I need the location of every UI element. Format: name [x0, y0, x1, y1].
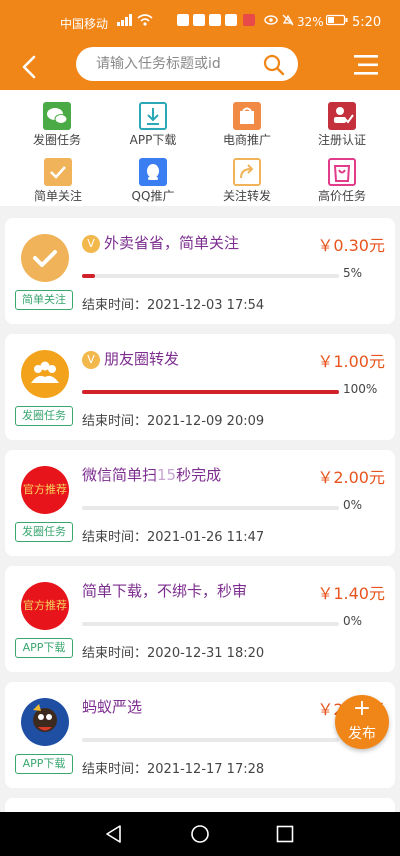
end-time: 结束时间：2021-01-26 11:47 — [82, 530, 265, 545]
hamburger-icon — [354, 55, 378, 75]
share-icon — [233, 158, 261, 186]
category-label: 注册认证 — [317, 133, 366, 147]
end-time: 结束时间：2020-12-31 18:20 — [82, 646, 265, 661]
mute-icon — [282, 14, 294, 29]
circle-home-icon — [191, 825, 209, 843]
menu-button[interactable] — [353, 53, 379, 77]
group-avatar-icon — [21, 350, 69, 398]
check-avatar-icon — [21, 234, 69, 282]
task-title: V 朋友圈转发 — [82, 348, 179, 369]
vip-badge-icon: V — [82, 235, 100, 253]
progress-percent: 100% — [343, 382, 378, 396]
battery-percentage: 32% — [297, 15, 324, 29]
eye-icon — [264, 14, 278, 29]
progress-bar — [82, 506, 339, 510]
category-ecommerce[interactable]: 电商推广 — [197, 94, 297, 150]
triangle-back-icon — [106, 825, 121, 843]
progress-bar — [82, 738, 339, 742]
carrier-label: 中国移动 — [60, 17, 109, 31]
progress-bar — [82, 622, 339, 626]
task-card[interactable]: 官方推荐 APP下载 简单下载，不绑卡，秒审 ￥1.40元 0% 结束时间：20… — [5, 566, 395, 672]
wifi-icon — [137, 14, 153, 29]
task-card[interactable]: 简单关注 V 外卖省省，简单关注 ￥0.30元 5% 结束时间：2021-12-0… — [5, 218, 395, 324]
signal-icon — [117, 14, 133, 29]
task-price: ￥1.00元 — [317, 352, 385, 371]
app-notification-icon — [193, 14, 205, 26]
qq-icon — [139, 158, 167, 186]
task-title: 简单下载，不绑卡，秒审 — [82, 582, 248, 600]
register-icon — [328, 102, 356, 130]
progress-bar — [82, 390, 339, 394]
battery-icon — [325, 14, 348, 29]
search-icon[interactable] — [262, 53, 286, 77]
system-nav-bar — [0, 812, 400, 856]
category-label: 发圈任务 — [32, 133, 81, 147]
task-tag: 简单关注 — [15, 290, 73, 310]
task-price: ￥1.40元 — [317, 584, 385, 603]
app-notification-icon — [225, 14, 237, 26]
nav-recents-button[interactable] — [275, 824, 295, 848]
search-bar[interactable] — [76, 47, 298, 81]
back-button[interactable] — [18, 54, 42, 80]
category-high-price[interactable]: 高价任务 — [292, 150, 392, 206]
clock: 5:20 — [352, 15, 382, 30]
nav-back-button[interactable] — [104, 824, 124, 848]
shop-icon — [233, 102, 261, 130]
category-label: QQ推广 — [131, 189, 175, 203]
nav-home-button[interactable] — [190, 824, 210, 848]
progress-bar — [82, 274, 339, 278]
app-notification-icon — [243, 14, 255, 26]
plus-icon: + — [352, 696, 372, 721]
app-notification-icon — [209, 14, 221, 26]
publish-button[interactable]: + 发布 — [335, 695, 389, 749]
category-label: 高价任务 — [317, 189, 366, 203]
publish-label: 发布 — [348, 726, 376, 742]
task-card[interactable]: 官方推荐 发圈任务 微信简单扫15秒完成 ￥2.00元 0% 结束时间：2021… — [5, 450, 395, 556]
download-icon — [139, 102, 167, 130]
task-tag: 发圈任务 — [15, 522, 73, 542]
task-tag: 发圈任务 — [15, 406, 73, 426]
search-input[interactable] — [96, 53, 256, 75]
task-tag: APP下载 — [15, 754, 73, 774]
task-tag: APP下载 — [15, 638, 73, 658]
task-price: ￥0.30元 — [317, 236, 385, 255]
category-label: 电商推广 — [222, 133, 271, 147]
category-wechat-moments[interactable]: 发圈任务 — [7, 94, 107, 150]
end-time: 结束时间：2021-12-09 20:09 — [82, 414, 265, 429]
task-title: 微信简单扫15秒完成 — [82, 466, 222, 484]
status-bar: 中国移动 32% 5:20 — [0, 0, 400, 44]
end-time: 结束时间：2021-12-03 17:54 — [82, 298, 265, 313]
chevron-left-icon — [22, 55, 36, 79]
task-title: V 外卖省省，简单关注 — [82, 232, 239, 253]
square-recents-icon — [276, 825, 294, 843]
category-app-download[interactable]: APP下载 — [103, 94, 203, 150]
progress-percent: 0% — [343, 614, 363, 628]
category-simple-follow[interactable]: 简单关注 — [8, 150, 108, 206]
mascot-avatar-icon — [21, 698, 69, 746]
official-avatar: 官方推荐 — [21, 582, 69, 630]
category-qq[interactable]: QQ推广 — [103, 150, 203, 206]
top-header — [0, 44, 400, 90]
bag-icon — [328, 158, 356, 186]
category-label: 简单关注 — [33, 189, 82, 203]
app-notification-icon — [177, 14, 189, 26]
task-card[interactable]: 发圈任务 V 朋友圈转发 ￥1.00元 100% 结束时间：2021-12-09 … — [5, 334, 395, 440]
progress-percent: 0% — [343, 498, 363, 512]
category-follow-share[interactable]: 关注转发 — [197, 150, 297, 206]
vip-badge-icon: V — [82, 351, 100, 369]
progress-percent: 5% — [343, 266, 363, 280]
category-grid: 发圈任务 APP下载 电商推广 注册认证 简单关注 QQ推广 关注转发 高价任务 — [0, 90, 400, 206]
wechat-moments-icon — [43, 102, 71, 130]
category-register[interactable]: 注册认证 — [292, 94, 392, 150]
task-price: ￥2.00元 — [317, 468, 385, 487]
category-label: 关注转发 — [222, 189, 271, 203]
end-time: 结束时间：2021-12-17 17:28 — [82, 762, 265, 777]
official-avatar: 官方推荐 — [21, 466, 69, 514]
category-label: APP下载 — [129, 133, 177, 147]
check-icon — [44, 158, 72, 186]
task-title: 蚂蚁严选 — [82, 698, 143, 716]
